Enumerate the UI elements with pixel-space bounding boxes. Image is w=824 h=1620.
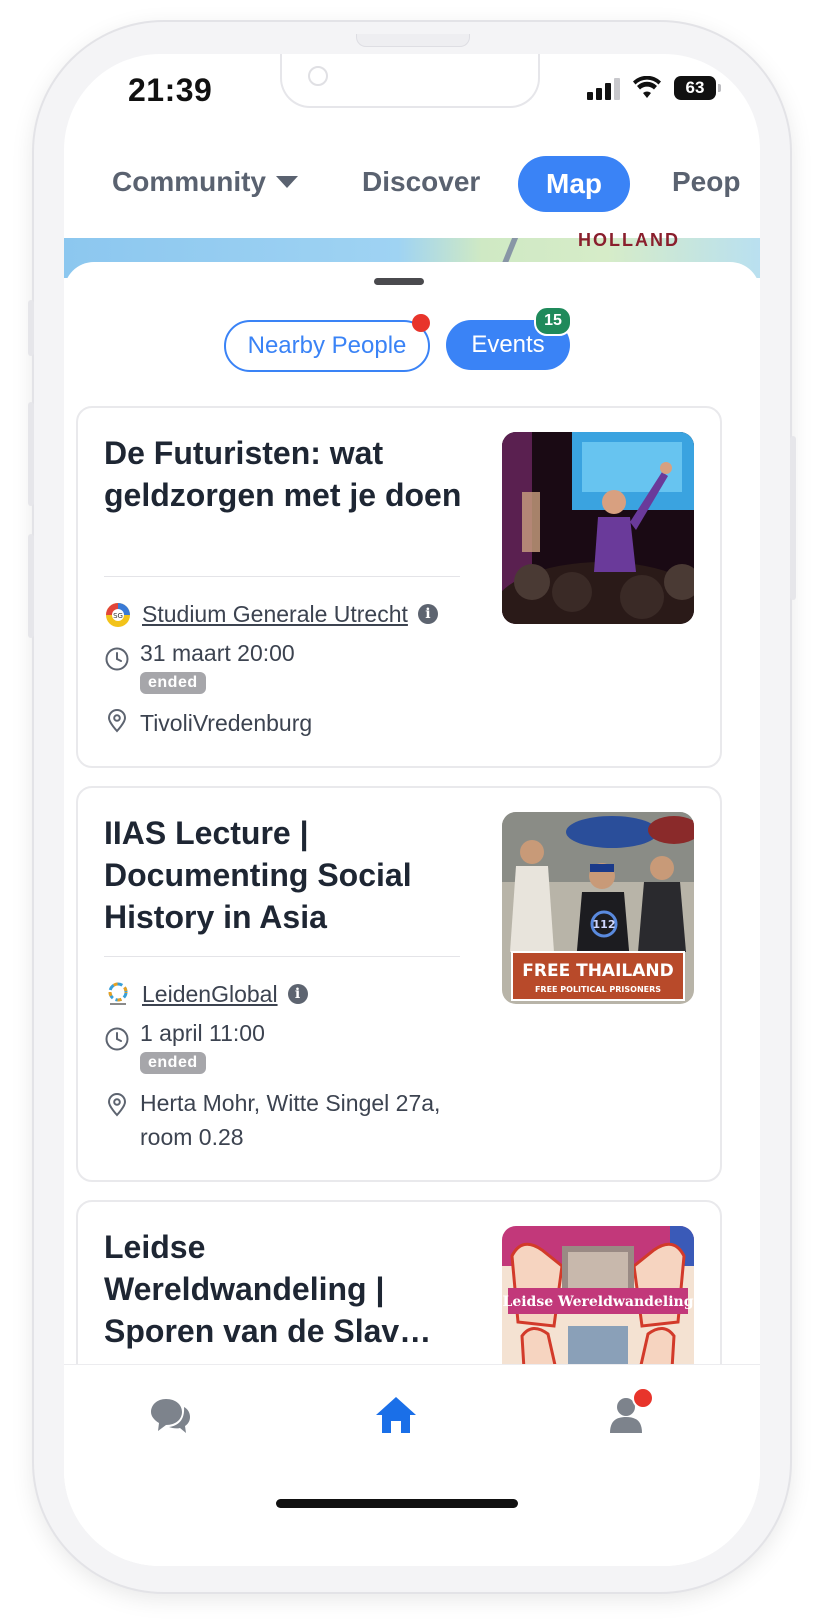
organizer-name[interactable]: LeidenGlobal (142, 981, 278, 1008)
info-icon[interactable]: i (287, 984, 308, 1004)
phone-side-button (790, 436, 796, 600)
event-title: De Futuristen: wat geldzorgen met je doe… (104, 435, 462, 513)
phone-side-button (28, 534, 34, 638)
divider (104, 576, 460, 577)
tab-discover[interactable]: Discover (362, 166, 480, 198)
organizer-row: LeidenGlobal i (104, 980, 308, 1008)
event-title: Leidse Wereldwandeling | Sporen van de S… (104, 1229, 432, 1349)
location-pin-icon (107, 1093, 127, 1117)
datetime-row: 31 maart 20:00 ended (104, 636, 295, 694)
events-button[interactable]: Events 15 (446, 306, 572, 370)
tab-map[interactable]: Map (518, 156, 630, 212)
chat-bubbles-icon[interactable] (148, 1393, 192, 1437)
location-row: TivoliVredenburg (104, 706, 312, 740)
tab-community[interactable]: Community (112, 166, 298, 198)
event-card[interactable]: De Futuristen: wat geldzorgen met je doe… (76, 406, 722, 768)
nearby-people-button[interactable]: Nearby People (224, 314, 430, 372)
phone-side-button (28, 402, 34, 506)
organizer-row: SG Studium Generale Utrecht i (104, 600, 438, 628)
thumbnail-banner-subtext: FREE POLITICAL PRISONERS (535, 985, 661, 994)
home-icon[interactable] (374, 1393, 418, 1437)
bottom-tab-bar (64, 1364, 760, 1566)
nearby-people-label: Nearby People (247, 332, 407, 359)
organizer-logo (108, 982, 128, 1005)
phone-speaker (356, 34, 470, 47)
clock-icon (105, 1027, 129, 1051)
event-thumbnail: 112 FREE THAILAND FREE POLITICAL PRISONE… (502, 812, 694, 1004)
event-thumbnail (502, 432, 694, 624)
sheet-drag-handle[interactable] (374, 278, 424, 285)
clock-icon (105, 647, 129, 671)
events-label: Events (471, 331, 545, 358)
phone-side-button (28, 300, 34, 356)
status-time: 21:39 (128, 72, 213, 108)
event-location: TivoliVredenburg (140, 710, 313, 736)
home-indicator[interactable] (276, 1499, 518, 1508)
thumbnail-shirt-text: 112 (593, 918, 616, 931)
event-card[interactable]: IIAS Lecture | Documenting Social Histor… (76, 786, 722, 1182)
notification-dot (632, 1387, 654, 1409)
info-icon[interactable]: i (417, 604, 438, 624)
top-tabs: Community Discover Map Peop (64, 154, 760, 218)
battery-icon: 63 (674, 76, 721, 100)
thumbnail-banner-text: FREE THAILAND (522, 961, 673, 981)
location-pin-icon (107, 709, 127, 733)
event-title: IIAS Lecture | Documenting Social Histor… (104, 815, 412, 935)
camera-icon (308, 66, 328, 86)
event-datetime: 1 april 11:00 (140, 1020, 265, 1046)
event-location: Herta Mohr, Witte Singel 27a, room 0.28 (140, 1090, 441, 1150)
notch (280, 54, 540, 108)
caret-down-icon (276, 176, 298, 188)
cellular-signal-icon (587, 76, 620, 100)
datetime-row: 1 april 11:00 ended (104, 1016, 265, 1074)
events-count-badge: 15 (534, 306, 572, 336)
organizer-logo: SG (106, 603, 130, 627)
tab-people[interactable]: Peop (672, 166, 740, 198)
status-icons: 63 (587, 76, 721, 100)
ended-badge: ended (140, 672, 206, 694)
tab-community-label: Community (112, 166, 266, 197)
map-region-label: HOLLAND (578, 230, 680, 250)
ended-badge: ended (140, 1052, 206, 1074)
wifi-icon (633, 76, 661, 98)
organizer-name[interactable]: Studium Generale Utrecht (142, 601, 408, 628)
notification-dot (412, 314, 430, 332)
location-row: Herta Mohr, Witte Singel 27a, room 0.28 (104, 1086, 480, 1154)
divider (104, 956, 460, 957)
svg-text:SG: SG (113, 612, 123, 620)
app-screen: 21:39 63 Community Discover Map Peop HOL… (64, 54, 760, 1566)
thumbnail-title-text: Leidse Wereldwandeling (502, 1294, 693, 1310)
event-datetime: 31 maart 20:00 (140, 640, 295, 666)
profile-tab[interactable] (604, 1387, 656, 1439)
